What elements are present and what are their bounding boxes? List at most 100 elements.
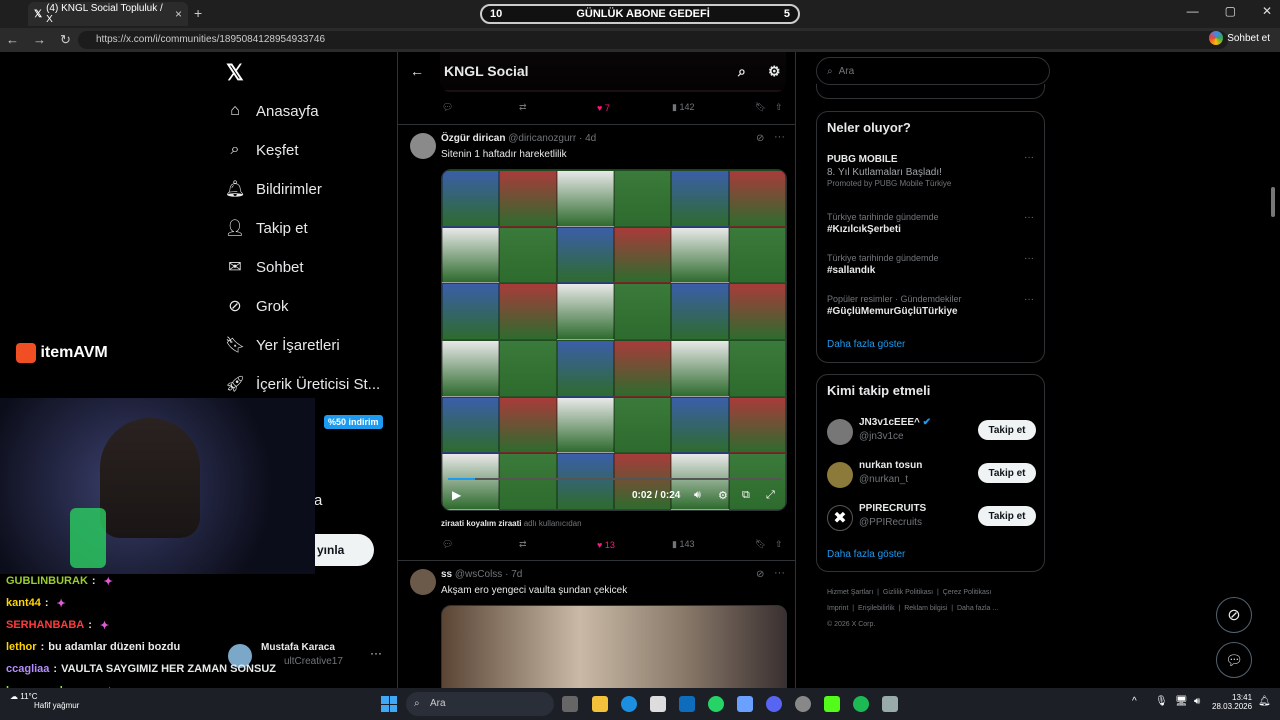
author-name[interactable]: ss <box>441 569 452 580</box>
follow-suggestion[interactable]: JN3v1cEEE^ ✔ @jn3v1ce Takip et <box>817 415 1046 451</box>
reply-icon[interactable]: 💬︎ <box>442 102 453 113</box>
pip-icon[interactable]: ⧉ <box>742 489 750 502</box>
settings-icon[interactable]: ⚙ <box>718 489 728 502</box>
copilot-button[interactable]: Sohbet et <box>1209 31 1270 45</box>
notification-icon[interactable]: 🔔︎ <box>1258 696 1271 707</box>
post-image[interactable] <box>441 605 787 688</box>
post-button[interactable]: yınla <box>315 534 374 566</box>
more-icon[interactable]: ··· <box>1024 253 1034 264</box>
nav-bookmarks[interactable]: 🔖︎ Yer İşaretleri <box>225 336 340 355</box>
views-button[interactable]: ▮ 142 <box>672 102 694 113</box>
like-button[interactable]: ♥ 13 <box>597 540 615 550</box>
footer-link[interactable]: Gizlilik Politikası <box>883 589 933 596</box>
nav-messages[interactable]: ✉ Sohbet <box>226 258 303 277</box>
footer-link[interactable]: Hizmet Şartları <box>827 589 873 596</box>
post[interactable]: ss @wsColss · 7d ⊘ ··· Akşam ero yengeci… <box>398 560 795 688</box>
messages-float-button[interactable]: 💬︎ <box>1216 642 1252 678</box>
grok-float-button[interactable]: ⊘ <box>1216 597 1252 633</box>
post[interactable]: Özgür dirican @diricanozgurr · 4d ⊘ ··· … <box>398 124 795 560</box>
follow-suggestion[interactable]: nurkan tosun @nurkan_t Takip et <box>817 458 1046 494</box>
windows-start-icon[interactable] <box>381 696 397 712</box>
reply-icon[interactable]: 💬︎ <box>442 539 453 550</box>
caption-user[interactable]: ziraati koyalım ziraati <box>441 519 521 528</box>
taskbar-search[interactable]: ⌕ Ara <box>406 692 554 716</box>
trend-item[interactable]: PUBG MOBILE 8. Yıl Kutlamaları Başladı! … <box>827 154 951 188</box>
mail-app-icon[interactable] <box>679 696 695 712</box>
whatsapp-icon[interactable] <box>708 696 724 712</box>
follow-button[interactable]: Takip et <box>978 463 1036 483</box>
more-icon[interactable]: ··· <box>774 131 785 143</box>
forward-icon[interactable]: → <box>33 32 46 48</box>
bookmark-icon[interactable]: 🔖︎ <box>755 539 766 550</box>
play-icon[interactable]: ▶ <box>452 488 461 502</box>
follow-button[interactable]: Takip et <box>978 506 1036 526</box>
grok-icon[interactable]: ⊘ <box>756 133 764 144</box>
clock[interactable]: 13:41 28.03.2026 <box>1212 693 1252 711</box>
maximize-icon[interactable]: ▢ <box>1225 4 1236 18</box>
nav-explore[interactable]: ⌕ Keşfet <box>226 141 299 159</box>
kick-icon[interactable] <box>824 696 840 712</box>
close-window-icon[interactable]: ✕ <box>1262 4 1272 18</box>
reload-icon[interactable]: ↻ <box>60 32 71 48</box>
grok-icon[interactable]: ⊘ <box>756 569 764 580</box>
trend-item[interactable]: Türkiye tarihinde gündemde #sallandık <box>827 253 939 276</box>
chatgpt-icon[interactable] <box>795 696 811 712</box>
new-tab-button[interactable]: + <box>194 5 202 21</box>
footer-link[interactable]: Imprint <box>827 605 848 612</box>
trend-item[interactable]: Türkiye tarihinde gündemde #KızılcıkŞerb… <box>827 212 939 235</box>
more-icon[interactable]: ··· <box>370 646 382 660</box>
discord-icon[interactable] <box>766 696 782 712</box>
network-icon[interactable]: 🖥︎ <box>1175 696 1188 707</box>
back-icon[interactable]: ← <box>6 32 19 48</box>
nav-follow[interactable]: 👤︎ Takip et <box>225 219 308 238</box>
minimize-icon[interactable]: — <box>1187 4 1199 18</box>
more-icon[interactable]: ··· <box>1024 294 1034 305</box>
nav-creator-studio[interactable]: 🚀︎ İçerik Üreticisi St... <box>225 375 380 394</box>
trend-item[interactable]: Popüler resimler · Gündemdekiler #GüçlüM… <box>827 294 962 317</box>
footer-link[interactable]: Reklam bilgisi <box>904 605 947 612</box>
author-name[interactable]: Özgür dirican <box>441 133 505 144</box>
footer-link[interactable]: Erişilebilirlik <box>858 605 895 612</box>
close-tab-icon[interactable]: × <box>175 7 182 21</box>
search-icon[interactable]: ⌕ <box>738 63 746 80</box>
gear-icon[interactable]: ⚙ <box>768 63 781 80</box>
weather-widget[interactable]: ☁ 11°C Hafif yağmur <box>10 692 79 710</box>
nav-notifications[interactable]: 🔔︎ Bildirimler <box>225 180 322 199</box>
task-view-icon[interactable] <box>562 696 578 712</box>
more-icon[interactable]: ··· <box>1024 152 1034 163</box>
repost-icon[interactable]: ⇄ <box>519 102 527 113</box>
show-more-link[interactable]: Daha fazla göster <box>827 339 905 350</box>
fullscreen-icon[interactable]: ⤢ <box>766 489 775 502</box>
share-icon[interactable]: ⇧ <box>775 539 783 550</box>
search-input[interactable]: ⌕ Ara <box>816 57 1050 85</box>
scrollbar[interactable] <box>1271 187 1275 217</box>
video-progress-bar[interactable] <box>448 478 782 480</box>
volume-icon[interactable]: 🔊︎ <box>1194 696 1200 707</box>
follow-button[interactable]: Takip et <box>978 420 1036 440</box>
footer-link[interactable]: Daha fazla ... <box>957 605 998 612</box>
more-icon[interactable]: ··· <box>774 567 785 579</box>
back-arrow-icon[interactable]: ← <box>410 63 424 79</box>
nav-grok[interactable]: ⊘ Grok <box>226 297 288 316</box>
views-button[interactable]: ▮ 143 <box>672 539 694 550</box>
store-icon[interactable] <box>650 696 666 712</box>
mic-icon[interactable]: 🎙︎ <box>1155 696 1168 707</box>
url-field[interactable]: https://x.com/i/communities/189508412895… <box>78 31 1228 49</box>
file-explorer-icon[interactable] <box>592 696 608 712</box>
video-player[interactable]: ▶ 0:02 / 0:24 🔊︎ ⚙ ⧉ ⤢ <box>441 169 787 511</box>
spotify-icon[interactable] <box>853 696 869 712</box>
nav-home[interactable]: ⌂ Anasayfa <box>226 102 318 120</box>
like-button[interactable]: ♥ 7 <box>597 103 610 113</box>
settings-icon[interactable] <box>882 696 898 712</box>
edge-icon[interactable] <box>621 696 637 712</box>
share-icon[interactable]: ⇧ <box>775 102 783 113</box>
x-logo-icon[interactable]: 𝕏 <box>226 60 244 86</box>
browser-tab[interactable]: 𝕏 (4) KNGL Social Topluluk / X × <box>28 2 188 26</box>
bookmark-icon[interactable]: 🔖︎ <box>755 102 766 113</box>
repost-icon[interactable]: ⇄ <box>519 539 527 550</box>
volume-icon[interactable]: 🔊︎ <box>694 489 701 502</box>
app-icon[interactable] <box>737 696 753 712</box>
show-more-link[interactable]: Daha fazla göster <box>827 549 905 560</box>
follow-suggestion[interactable]: ✖ PPIRECRUITS @PPIRecruits Takip et <box>817 501 1046 537</box>
footer-link[interactable]: Çerez Politikası <box>943 589 992 596</box>
